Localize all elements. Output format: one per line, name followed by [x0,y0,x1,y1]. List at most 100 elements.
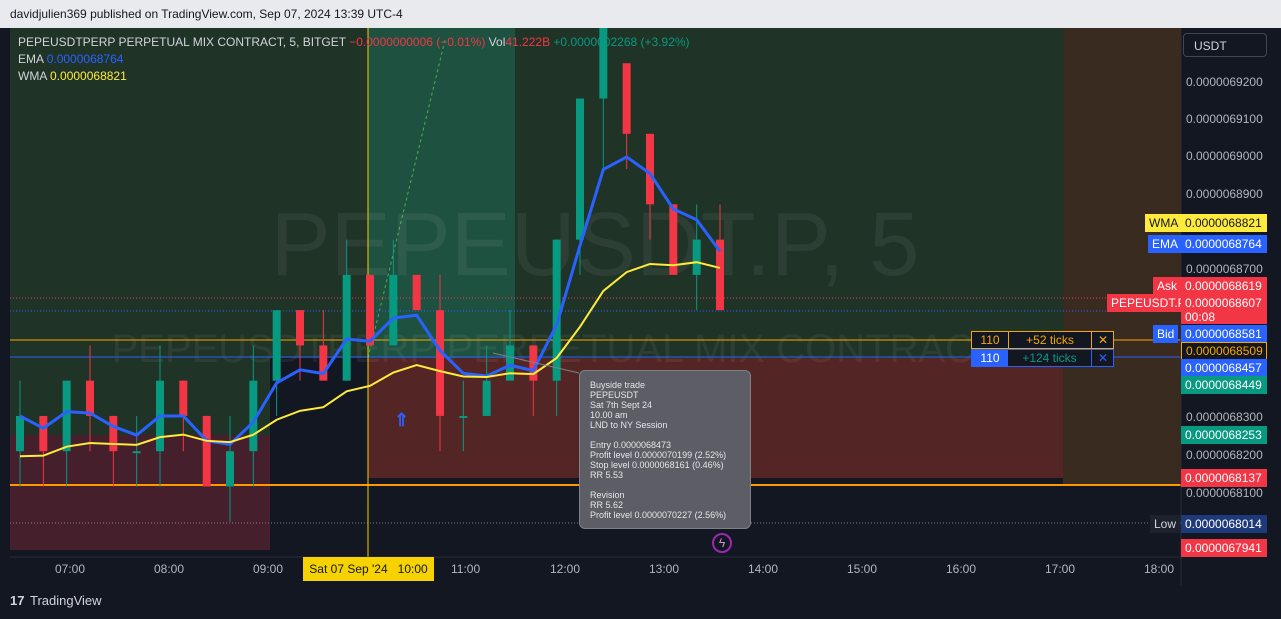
candle-body [319,345,328,381]
order-qty[interactable]: 110 [972,332,1008,348]
bottom-red-tag: 0.0000067941 [1181,539,1267,557]
crosshair-date: Sat 07 Sep '24 [309,562,388,576]
up-arrow-icon: ⇑ [394,410,410,430]
last-price-value: 0.0000068607 [1185,296,1262,310]
symbol-title[interactable]: PEPEUSDTPERP PERPETUAL MIX CONTRACT, 5, … [18,35,346,49]
price-tick: 0.0000068300 [1186,410,1263,424]
time-label: 12:00 [550,562,581,576]
candle-body [576,98,584,240]
price-tick: 0.0000068100 [1186,486,1263,500]
tooltip-line: LND to NY Session [590,420,668,430]
candle-body [366,274,374,346]
trade-note-tooltip: Buyside trade PEPEUSDT Sat 7th Sept 24 10.0… [579,370,751,529]
order-short-price-tag[interactable]: 0.0000068457 [1181,359,1267,377]
order-line-short[interactable]: 110 +124 ticks ✕ [971,349,1114,367]
tooltip-spacer [590,480,740,490]
chart-legend: PEPEUSDTPERP PERPETUAL MIX CONTRACT, 5, … [18,34,690,85]
candle-body [436,310,444,416]
candle-body [482,380,491,416]
price-tick: 0.0000068700 [1186,262,1263,276]
volume-change: +0.0000002268 (+3.92%) [553,35,690,49]
order-close-button[interactable]: ✕ [1092,350,1114,366]
ask-tag-value: 0.0000068619 [1181,277,1267,295]
time-label: 17:00 [1045,562,1076,576]
candle-body [692,239,701,275]
volume-value: 41.222B [505,35,551,49]
crosshair-time-label: Sat 07 Sep '24 10:00 [303,557,434,581]
order-ticks[interactable]: +124 ticks [1008,350,1092,366]
candle-body [109,415,118,452]
tooltip-line: RR 5.62 [590,500,624,510]
wma-legend-label[interactable]: WMA [18,69,47,83]
order-close-button[interactable]: ✕ [1092,332,1114,348]
candle-body [506,345,514,381]
tooltip-line: Profit level 0.0000070227 (2.56%) [590,510,727,520]
time-label: 13:00 [649,562,680,576]
order-ticks[interactable]: +52 ticks [1008,332,1092,348]
price-tick: 0.0000069200 [1186,75,1263,89]
tooltip-spacer [590,430,740,440]
order-line-long[interactable]: 110 +52 ticks ✕ [971,331,1114,349]
candle-body [646,133,654,205]
candle-body [179,380,188,416]
tradingview-footer[interactable]: 17 TradingView [10,593,102,608]
time-label: 11:00 [451,562,481,576]
footer-brand: TradingView [30,593,102,608]
crosshair-time: 10:00 [397,562,428,576]
bid-tag-value: 0.0000068581 [1181,325,1267,343]
candle-body [296,310,304,346]
ema-legend-label[interactable]: EMA [18,52,43,66]
wma-tag-value: 0.0000068821 [1181,214,1267,232]
tooltip-line: RR 5.53 [590,470,624,480]
currency-selector[interactable]: USDT [1183,33,1267,57]
time-label: 16:00 [946,562,977,576]
candle-body [342,274,351,381]
candle-body [86,380,94,416]
wma-legend-value: 0.0000068821 [50,69,127,83]
last-price-tag: 0.0000068607 00:08 [1181,294,1267,324]
ema-tag-value: 0.0000068764 [1181,235,1267,253]
tooltip-line: Sat 7th Sept 24 [590,400,653,410]
price-change: −0.0000000006 (−0.01%) [349,35,486,49]
lightning-icon[interactable]: ϟ [712,533,732,553]
wma-tag-label: WMA [1145,214,1183,232]
tooltip-line: PEPEUSDT [590,390,639,400]
red-level-tag: 0.0000068137 [1181,469,1267,487]
candle-body [389,274,398,346]
symbol-tag-label: PEPEUSDT.P [1107,294,1190,312]
price-tick: 0.0000069000 [1186,149,1263,163]
session-zone-orange [1063,28,1181,485]
tooltip-line: Revision [590,490,625,500]
green-level-tag: 0.0000068449 [1181,376,1267,394]
ema-tag-label: EMA [1148,235,1183,253]
time-label: 07:00 [55,562,86,576]
price-tick: 0.0000068900 [1186,187,1263,201]
price-tick: 0.0000069100 [1186,112,1263,126]
volume-label: Vol [488,35,506,49]
low-tag-label: Low [1150,515,1181,533]
tradingview-logo-icon: 17 [10,593,25,608]
order-qty[interactable]: 110 [972,350,1008,366]
candle-body [272,310,281,381]
candle-body [412,274,421,311]
low-tag-value: 0.0000068014 [1181,515,1267,533]
ema-legend-value: 0.0000068764 [46,52,124,66]
candle-body [459,415,468,418]
tooltip-line: Profit level 0.0000070199 (2.52%) [590,450,727,460]
bid-tag-label: Bid [1153,325,1179,343]
price-tick: 0.0000068200 [1186,448,1263,462]
order-long-price-tag[interactable]: 0.0000068509 [1181,342,1267,360]
tooltip-line: Stop level 0.0000068161 (0.46%) [590,460,724,470]
time-label: 08:00 [154,562,185,576]
ask-tag-label: Ask [1153,277,1182,295]
candle-body [226,451,234,487]
time-label: 14:00 [748,562,779,576]
bar-countdown: 00:08 [1185,310,1216,324]
time-label: 18:00 [1144,562,1175,576]
candle-body [39,415,48,452]
candle-body [132,451,141,454]
tooltip-line: Entry 0.0000068473 [590,440,672,450]
tooltip-line: 10.00 am [590,410,628,420]
tooltip-line: Buyside trade [590,380,646,390]
time-label: 09:00 [253,562,284,576]
